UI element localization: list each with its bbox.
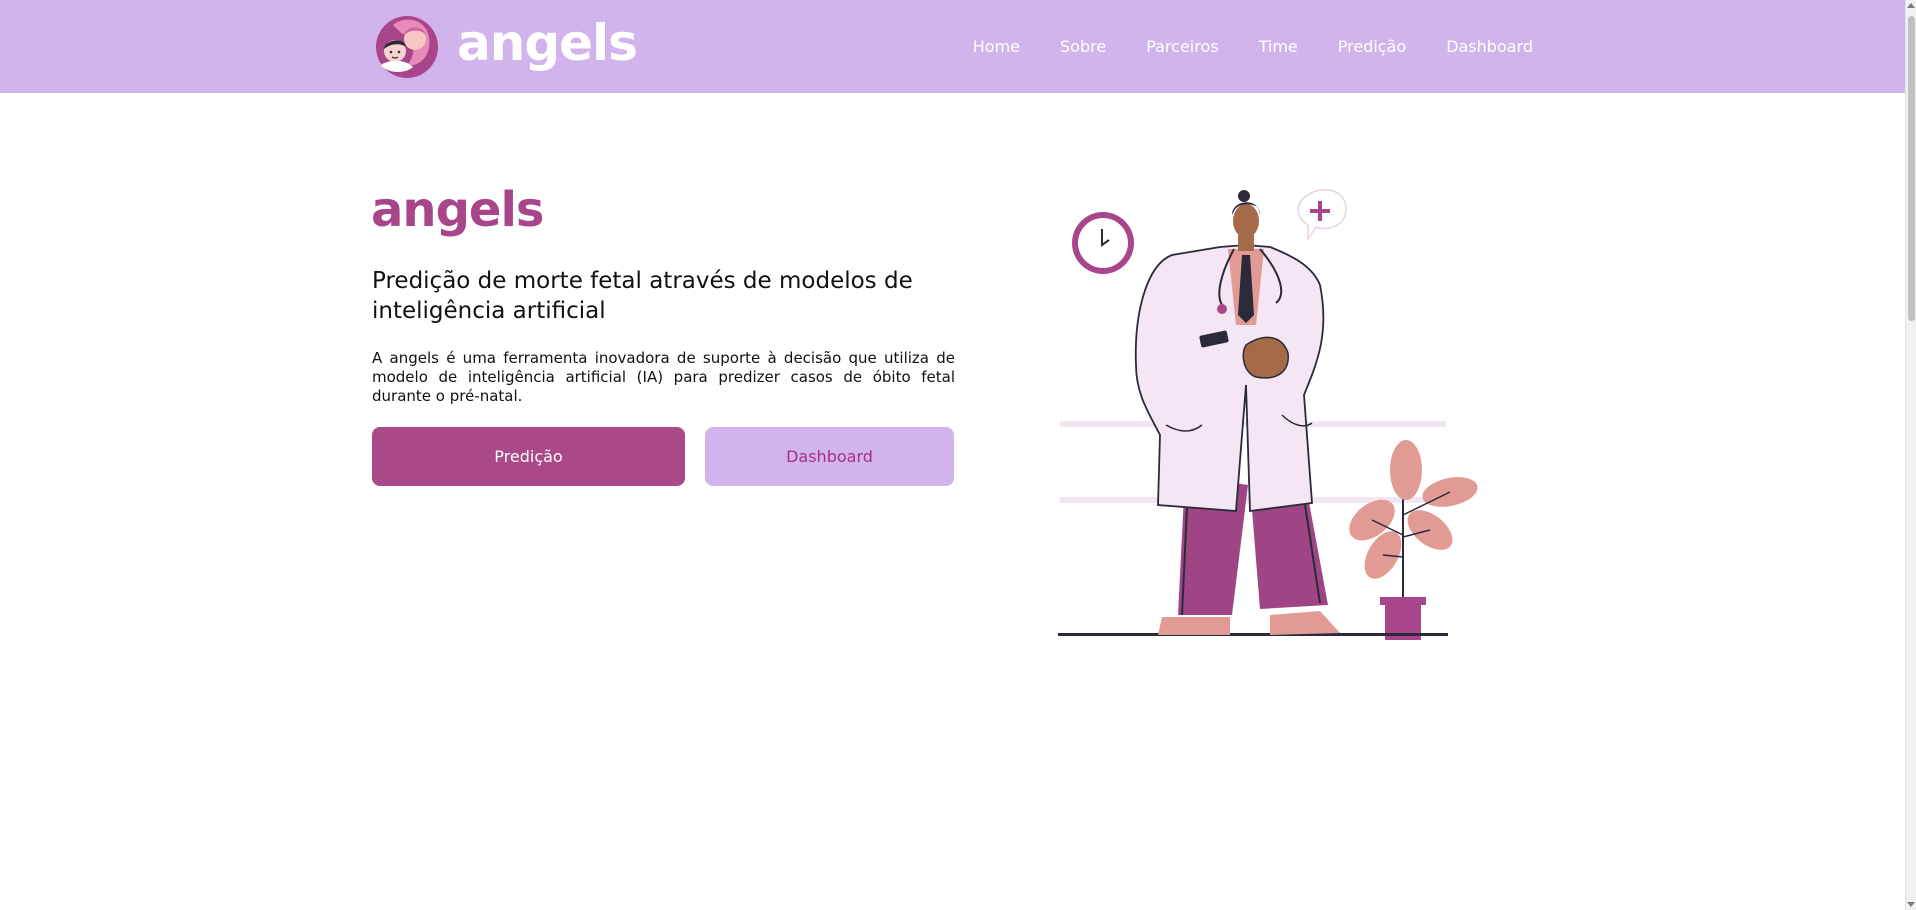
nav-time[interactable]: Time	[1259, 37, 1298, 56]
vertical-scrollbar[interactable]	[1905, 0, 1916, 910]
nav-sobre[interactable]: Sobre	[1060, 37, 1106, 56]
nav-predicao[interactable]: Predição	[1338, 37, 1406, 56]
scrollbar-thumb[interactable]	[1908, 16, 1915, 321]
scroll-up-icon[interactable]	[1907, 3, 1915, 8]
navbar-inner: angels Home Sobre Parceiros Time Prediçã…	[371, 0, 1533, 93]
navbar: angels Home Sobre Parceiros Time Prediçã…	[0, 0, 1905, 93]
scroll-down-icon[interactable]	[1907, 902, 1915, 907]
mother-and-baby-logo-icon	[376, 15, 438, 78]
dashboard-button[interactable]: Dashboard	[705, 427, 954, 486]
predicao-button[interactable]: Predição	[372, 427, 685, 486]
nav-dashboard[interactable]: Dashboard	[1446, 37, 1533, 56]
nav-links: Home Sobre Parceiros Time Predição Dashb…	[973, 37, 1533, 56]
brand[interactable]: angels	[371, 13, 638, 79]
nav-home[interactable]: Home	[973, 37, 1020, 56]
nav-parceiros[interactable]: Parceiros	[1146, 37, 1218, 56]
hero-title: angels	[371, 182, 544, 238]
hero-description: A angels é uma ferramenta inovadora de s…	[372, 349, 955, 405]
brand-name: angels	[457, 13, 638, 72]
doctor-illustration-icon	[1058, 189, 1478, 640]
hero-subtitle: Predição de morte fetal através de model…	[372, 268, 913, 324]
